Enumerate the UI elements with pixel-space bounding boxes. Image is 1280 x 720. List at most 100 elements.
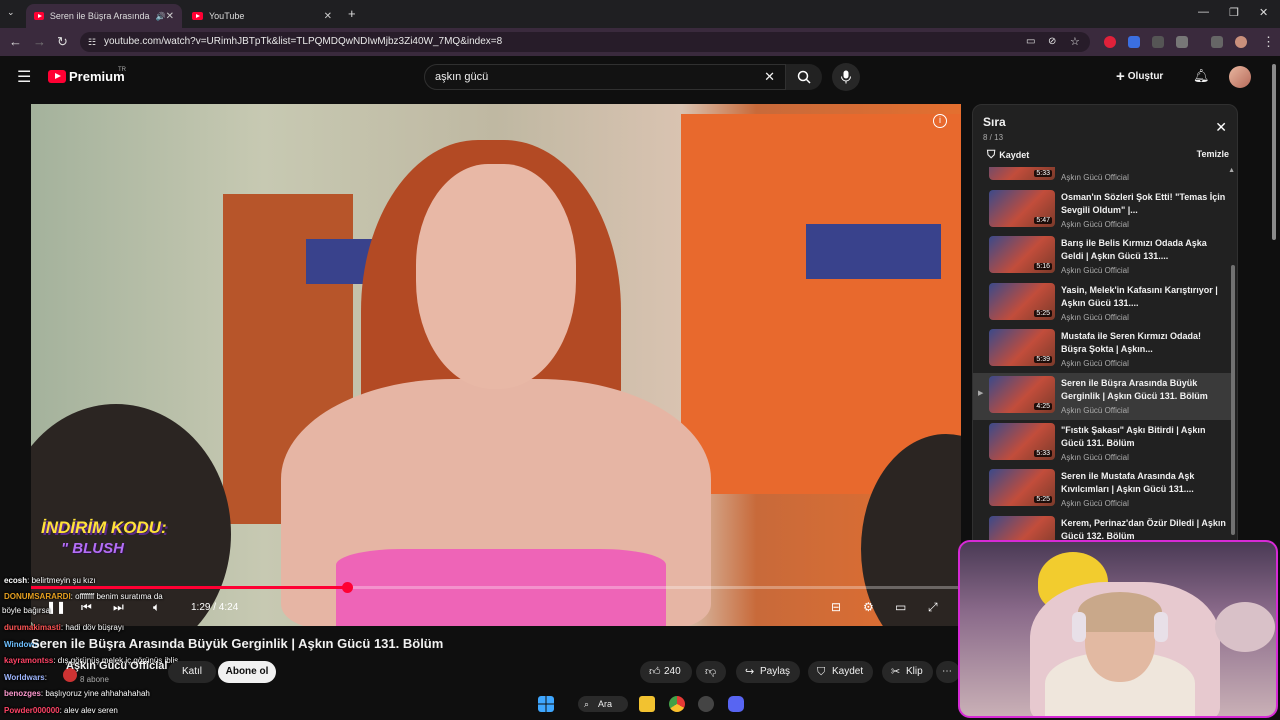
chat-user: Worldwars: [4, 673, 45, 682]
like-button[interactable]: 👍︎ 240: [640, 661, 692, 683]
logo-text[interactable]: Premium: [69, 69, 125, 84]
media-controls-icon[interactable]: [1211, 36, 1223, 48]
fullscreen-icon[interactable]: ⤢: [928, 600, 938, 615]
taskbar-search[interactable]: ⌕ Ara: [578, 696, 628, 712]
save-button[interactable]: ⛉ Kaydet: [808, 661, 874, 683]
video-duration: 5:16: [1034, 263, 1052, 271]
close-tab-icon[interactable]: ✕: [166, 11, 174, 22]
playlist-item[interactable]: 5:47 Osman'ın Sözleri Şok Etti! "Temas İç…: [973, 187, 1231, 234]
clear-search-icon[interactable]: ✕: [764, 65, 775, 89]
minimize-icon[interactable]: —: [1198, 6, 1209, 18]
playlist-thumbnail[interactable]: 4:25: [989, 376, 1055, 413]
playlist-item-title[interactable]: Yasin, Melek'in Kafasını Karıştırıyor | …: [1061, 284, 1227, 310]
playlist-item[interactable]: 5:16 Barış ile Belis Kırmızı Odada Aşka G…: [973, 233, 1231, 280]
more-actions-button[interactable]: ⋯: [936, 661, 960, 683]
share-button[interactable]: ↪ Paylaş: [736, 661, 801, 683]
playlist-item-title[interactable]: Osman'ın Sözleri Şok Etti! "Temas İçin S…: [1061, 191, 1227, 217]
discord-icon[interactable]: [728, 696, 744, 712]
playlist-thumbnail[interactable]: 5:16: [989, 236, 1055, 274]
playlist-item-title[interactable]: Kerem, Perinaz'dan Özür Diledi | Aşkın G…: [1061, 517, 1227, 543]
playlist-scrollbar[interactable]: [1231, 265, 1235, 535]
new-tab-button[interactable]: +: [348, 6, 356, 21]
playlist-item[interactable]: 5:39 Mustafa ile Seren Kırmızı Odada! Büş…: [973, 326, 1231, 373]
playlist-thumbnail[interactable]: 5:47: [989, 189, 1055, 227]
tab-youtube[interactable]: YouTube ✕: [184, 4, 340, 28]
page-scrollbar[interactable]: [1272, 64, 1276, 240]
close-tab-icon[interactable]: ✕: [324, 11, 332, 22]
chat-user: ecosh: [4, 576, 28, 585]
playlist-thumbnail[interactable]: 5:25: [989, 282, 1055, 320]
cast-icon[interactable]: ▭: [1026, 32, 1035, 52]
next-icon[interactable]: ⏭︎: [113, 600, 124, 615]
chat-user: DONUMSARARDI: [4, 592, 71, 601]
theater-mode-icon[interactable]: ▭: [895, 600, 906, 614]
file-explorer-icon[interactable]: [639, 696, 655, 712]
channel-name[interactable]: Aşkın Gücü Official: [66, 660, 167, 672]
playlist-clear-button[interactable]: Temizle: [1197, 149, 1229, 159]
playlist-item[interactable]: 5:33 "Fıstık Şakası" Aşkı Bitirdi | Aşkın…: [973, 420, 1231, 467]
chrome-icon[interactable]: [669, 696, 685, 712]
playlist-item[interactable]: 5:25 Yasin, Melek'in Kafasını Karıştırıyo…: [973, 280, 1231, 327]
tab-current-video[interactable]: Seren ile Büşra Arasında Bü 🔊 ✕: [26, 4, 182, 28]
playlist-item-title[interactable]: "Fıstık Şakası" Aşkı Bitirdi | Aşkın Güc…: [1061, 424, 1227, 450]
playlist-save-label: Kaydet: [999, 150, 1030, 160]
notifications-bell-icon[interactable]: 🔔︎: [1193, 68, 1210, 84]
join-button[interactable]: Katıl: [168, 661, 216, 683]
playlist-item-title[interactable]: Mustafa ile Seren Kırmızı Odada! Büşra Ş…: [1061, 330, 1227, 356]
info-icon[interactable]: i: [933, 114, 947, 128]
settings-gear-icon[interactable]: ⚙: [863, 600, 874, 614]
progress-bar[interactable]: [31, 582, 961, 593]
playlist-thumbnail[interactable]: 5:33: [989, 167, 1055, 180]
windows-taskbar: ⌕ Ara: [0, 688, 1280, 720]
eye-off-icon[interactable]: ⊘: [1048, 32, 1056, 52]
video-orange-panel: [681, 114, 961, 494]
url-field[interactable]: ☷ youtube.com/watch?v=URimhJBTpTk&list=T…: [80, 32, 1090, 52]
restore-icon[interactable]: ❐: [1229, 6, 1239, 19]
audio-playing-icon[interactable]: 🔊: [156, 12, 166, 21]
video-player[interactable]: i İNDİRİM KODU: " BLUSH ❚❚ ⏮︎ ⏭︎ 🔈︎ 1:29…: [31, 104, 961, 626]
playlist-item-title[interactable]: Barış ile Belis Kırmızı Odada Aşka Geldi…: [1061, 237, 1227, 263]
close-playlist-icon[interactable]: ✕: [1215, 119, 1227, 136]
scroll-up-icon[interactable]: ▲: [1228, 167, 1235, 174]
dislike-button[interactable]: 👎︎: [696, 661, 726, 683]
subscribe-button[interactable]: Abone ol: [218, 661, 276, 683]
voice-search-button[interactable]: [832, 63, 860, 91]
playlist-thumbnail[interactable]: 5:39: [989, 329, 1055, 367]
playlist-item-title[interactable]: Seren ile Mustafa Arasında Aşk Kıvılcıml…: [1061, 470, 1227, 496]
playlist-item[interactable]: ▶ 4:25 Seren ile Büşra Arasında Büyük Gerg…: [973, 373, 1231, 420]
bookmark-star-icon[interactable]: ☆: [1070, 32, 1080, 52]
playlist-item[interactable]: 5:33 Aşkın Gücü Official: [973, 167, 1231, 187]
tab-list-dropdown-icon[interactable]: ⌄: [7, 7, 15, 18]
search-input[interactable]: aşkın gücü ✕: [424, 64, 786, 90]
playlist-item-title[interactable]: Seren ile Büşra Arasında Büyük Gerginlik…: [1061, 377, 1227, 403]
extensions-puzzle-icon[interactable]: [1176, 36, 1188, 48]
browser-menu-icon[interactable]: ⋮: [1262, 34, 1275, 50]
previous-icon[interactable]: ⏮︎: [81, 600, 92, 615]
site-info-icon[interactable]: ☷: [88, 32, 96, 52]
playlist-item[interactable]: 5:25 Seren ile Mustafa Arasında Aşk Kıvıl…: [973, 466, 1231, 513]
subtitles-icon[interactable]: ⊟: [831, 600, 841, 614]
clip-button[interactable]: ✂ Klip: [882, 661, 933, 683]
forward-icon[interactable]: →: [33, 34, 46, 49]
profile-avatar-icon[interactable]: [1235, 36, 1247, 48]
windows-start-icon[interactable]: [538, 696, 554, 712]
search-button[interactable]: [786, 64, 822, 90]
account-avatar[interactable]: [1229, 66, 1251, 88]
playlist-thumbnail[interactable]: 5:25: [989, 469, 1055, 507]
create-button[interactable]: + Oluştur: [1116, 66, 1163, 88]
chat-message: böyle bağırsa: [2, 606, 50, 615]
hamburger-menu-icon[interactable]: ☰: [17, 67, 31, 87]
playlist-save-button[interactable]: ⛉ Kaydet: [987, 149, 1029, 162]
extension-red-icon[interactable]: [1104, 36, 1116, 48]
playlist-item-channel: Aşkın Gücü Official: [1061, 499, 1129, 509]
volume-icon[interactable]: 🔈︎: [153, 600, 160, 615]
close-window-icon[interactable]: ✕: [1259, 6, 1268, 19]
back-icon[interactable]: ←: [9, 34, 22, 49]
app-icon[interactable]: [698, 696, 714, 712]
playlist-thumbnail[interactable]: 5:33: [989, 422, 1055, 460]
youtube-logo-icon[interactable]: [48, 70, 66, 83]
reload-icon[interactable]: ↻: [57, 34, 68, 50]
extension-blue-icon[interactable]: [1128, 36, 1140, 48]
extension-dark-icon[interactable]: [1152, 36, 1164, 48]
chat-text: : hadi döv büşrayı: [60, 623, 125, 632]
